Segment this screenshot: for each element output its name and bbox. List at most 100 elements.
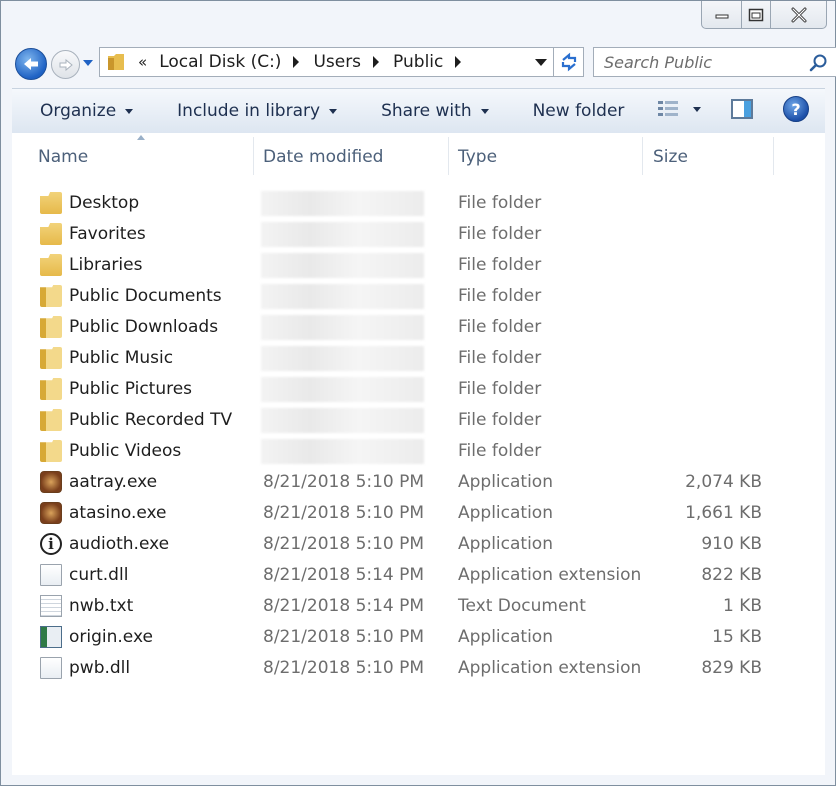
address-bar[interactable]: « Local Disk (C:) Users Public	[99, 47, 554, 77]
minimize-button[interactable]	[701, 1, 742, 29]
column-header-type[interactable]: Type	[458, 147, 497, 167]
file-type: File folder	[458, 317, 542, 337]
organize-button[interactable]: Organize	[40, 101, 134, 121]
help-button[interactable]: ?	[783, 96, 809, 122]
folder-icon	[40, 223, 62, 245]
file-name: origin.exe	[69, 627, 153, 647]
breadcrumb-public[interactable]: Public	[393, 52, 475, 72]
table-row[interactable]: Libraries File folder	[12, 250, 825, 281]
table-row[interactable]: Public Pictures File folder	[12, 374, 825, 405]
file-type: Application	[458, 503, 553, 523]
preview-pane-button[interactable]	[731, 99, 753, 119]
table-row[interactable]: atasino.exe 8/21/2018 5:10 PM Application 1…	[12, 498, 825, 529]
table-row[interactable]: Public Documents File folder	[12, 281, 825, 312]
file-type: File folder	[458, 286, 542, 306]
date-modified: 8/21/2018 5:10 PM	[263, 472, 425, 492]
chevron-down-icon	[125, 108, 134, 114]
table-row[interactable]: aatray.exe 8/21/2018 5:10 PM Application 2,…	[12, 467, 825, 498]
search-icon[interactable]	[808, 53, 828, 73]
arrow-right-icon	[59, 58, 73, 71]
chevron-right-icon[interactable]	[373, 56, 380, 68]
file-size: 15 KB	[712, 627, 762, 647]
folder-open-icon	[40, 316, 62, 338]
file-type: Application extension	[458, 565, 642, 585]
file-name: Public Music	[69, 348, 174, 368]
file-name: nwb.txt	[69, 596, 134, 616]
arrow-left-icon	[24, 58, 38, 70]
file-type: Application	[458, 534, 553, 554]
column-header-size[interactable]: Size	[653, 147, 688, 167]
date-modified: 8/21/2018 5:10 PM	[263, 534, 425, 554]
folder-open-icon	[40, 440, 62, 462]
column-divider[interactable]	[773, 137, 774, 175]
search-box[interactable]	[593, 47, 836, 77]
toolbar-right: ?	[657, 96, 809, 122]
table-row[interactable]: Favorites File folder	[12, 219, 825, 250]
breadcrumb-label: Users	[313, 52, 362, 72]
window-app-icon	[40, 626, 62, 648]
column-divider[interactable]	[642, 137, 643, 175]
breadcrumb-users[interactable]: Users	[313, 52, 393, 72]
table-row[interactable]: Public Recorded TV File folder	[12, 405, 825, 436]
breadcrumb-local-disk[interactable]: Local Disk (C:)	[159, 52, 313, 72]
close-button[interactable]	[771, 1, 827, 29]
recent-pages-dropdown[interactable]	[83, 60, 93, 66]
maximize-button[interactable]	[742, 1, 771, 29]
chevron-right-icon[interactable]	[293, 56, 300, 68]
chevron-right-icon[interactable]	[455, 56, 462, 68]
file-size: 910 KB	[701, 534, 762, 554]
file-name: Public Documents	[69, 286, 222, 306]
redacted-date	[261, 253, 424, 278]
table-row[interactable]: Public Music File folder	[12, 343, 825, 374]
table-row[interactable]: Public Videos File folder	[12, 436, 825, 467]
redacted-date	[261, 439, 424, 464]
file-size: 829 KB	[701, 658, 762, 678]
forward-button[interactable]	[51, 50, 80, 79]
address-row: « Local Disk (C:) Users Public	[13, 45, 836, 81]
file-type: Text Document	[458, 596, 586, 616]
file-name: atasino.exe	[69, 503, 167, 523]
folder-icon	[108, 54, 124, 70]
file-size: 1,661 KB	[685, 503, 762, 523]
address-dropdown-icon[interactable]	[535, 59, 547, 66]
redacted-date	[261, 222, 424, 247]
table-row[interactable]: Public Downloads File folder	[12, 312, 825, 343]
chevron-down-icon[interactable]	[693, 106, 701, 112]
breadcrumb-overflow[interactable]: «	[138, 53, 147, 71]
date-modified: 8/21/2018 5:10 PM	[263, 503, 425, 523]
back-button[interactable]	[15, 48, 47, 80]
file-name: audioth.exe	[69, 534, 170, 554]
table-row[interactable]: pwb.dll 8/21/2018 5:10 PM Application exte…	[12, 653, 825, 684]
command-bar: Organize Include in library Share with N…	[12, 88, 825, 134]
table-row[interactable]: nwb.txt 8/21/2018 5:14 PM Text Document 1 K…	[12, 591, 825, 622]
table-row[interactable]: i audioth.exe 8/21/2018 5:10 PM Application…	[12, 529, 825, 560]
redacted-date	[261, 346, 424, 371]
change-view-button[interactable]	[657, 100, 701, 118]
details-view-icon	[658, 101, 678, 116]
table-row[interactable]: origin.exe 8/21/2018 5:10 PM Application 15…	[12, 622, 825, 653]
include-in-library-button[interactable]: Include in library	[177, 101, 338, 121]
table-row[interactable]: Desktop File folder	[12, 188, 825, 219]
column-header-date-modified[interactable]: Date modified	[263, 147, 383, 167]
column-divider[interactable]	[448, 137, 449, 175]
table-row[interactable]: curt.dll 8/21/2018 5:14 PM Application ext…	[12, 560, 825, 591]
share-with-button[interactable]: Share with	[381, 101, 489, 121]
explorer-window: « Local Disk (C:) Users Public Search Pu…	[0, 0, 836, 786]
close-icon	[791, 7, 806, 22]
file-type: Application	[458, 472, 553, 492]
column-divider[interactable]	[253, 137, 254, 175]
column-header-name[interactable]: Name	[38, 147, 88, 167]
refresh-button[interactable]	[554, 47, 584, 77]
new-folder-button[interactable]: New folder	[533, 101, 625, 121]
search-input[interactable]	[602, 51, 806, 73]
date-modified: 8/21/2018 5:10 PM	[263, 627, 425, 647]
file-rows: Desktop File folder Favorites File folder Li…	[12, 188, 825, 684]
file-type: File folder	[458, 255, 542, 275]
app-icon	[40, 471, 62, 493]
dll-icon	[40, 657, 62, 679]
redacted-date	[261, 377, 424, 402]
breadcrumb-label: Public	[393, 52, 444, 72]
date-modified: 8/21/2018 5:14 PM	[263, 565, 425, 585]
folder-icon	[40, 254, 62, 276]
file-size: 822 KB	[701, 565, 762, 585]
